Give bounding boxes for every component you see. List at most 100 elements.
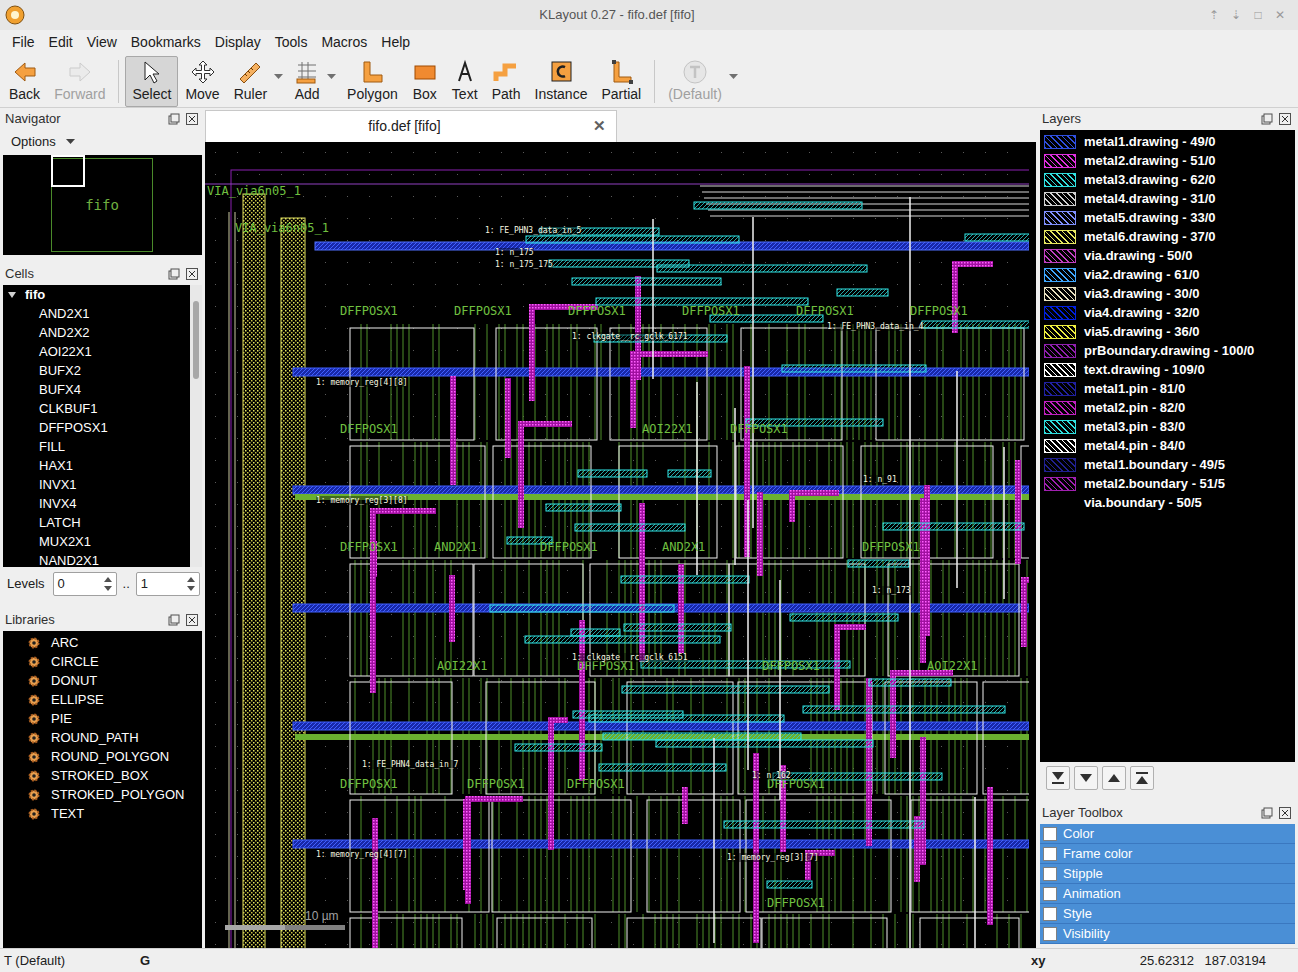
library-item[interactable]: ELLIPSE [3,690,202,709]
cell-tree-row[interactable]: HAX1 [3,456,202,475]
menu-item[interactable]: Display [209,32,267,53]
layer-order-button[interactable] [1046,766,1070,790]
toolbar-dropdown[interactable] [729,56,742,107]
layer-item[interactable]: via4.drawing - 32/0 [1040,303,1295,322]
layer-item[interactable]: via3.drawing - 30/0 [1040,284,1295,303]
toolbox-checkbox[interactable] [1043,907,1057,921]
menu-item[interactable]: Edit [43,32,79,53]
level-spinbox[interactable]: 0 [53,572,117,596]
layer-item[interactable]: text.drawing - 109/0 [1040,360,1295,379]
toolbar-button[interactable]: Move [178,56,226,107]
menu-item[interactable]: Tools [269,32,314,53]
library-item[interactable]: ROUND_PATH [3,728,202,747]
toolbox-section[interactable]: Visibility [1040,924,1295,944]
navigator-options[interactable]: Options [3,130,202,154]
library-item[interactable]: TEXT [3,804,202,823]
cell-tree-row[interactable]: DFFPOSX1 [3,418,202,437]
cell-tree-row[interactable]: NAND2X1 [3,551,202,567]
menu-item[interactable]: Macros [315,32,373,53]
navigator-view[interactable]: fifo [3,155,202,255]
cell-tree-row[interactable]: LATCH [3,513,202,532]
menu-item[interactable]: View [81,32,123,53]
window-control-button[interactable]: ⇣ [1230,6,1242,24]
library-item[interactable]: DONUT [3,671,202,690]
cell-tree-row[interactable]: BUFX4 [3,380,202,399]
layer-item[interactable]: metal5.drawing - 33/0 [1040,208,1295,227]
layer-item[interactable]: via2.drawing - 61/0 [1040,265,1295,284]
document-tab[interactable]: fifo.def [fifo]✕ [205,110,617,142]
cell-tree-row[interactable]: AND2X2 [3,323,202,342]
library-item[interactable]: ROUND_POLYGON [3,747,202,766]
layer-item[interactable]: metal2.boundary - 51/5 [1040,474,1295,493]
layer-item[interactable]: metal4.drawing - 31/0 [1040,189,1295,208]
toolbox-section[interactable]: Color [1040,824,1295,844]
library-item[interactable]: ARC [3,633,202,652]
window-control-button[interactable]: ✕ [1274,6,1286,24]
toolbox-checkbox[interactable] [1043,847,1057,861]
menu-item[interactable]: Bookmarks [125,32,207,53]
toolbar-button[interactable]: Add [287,56,327,107]
layer-item[interactable]: prBoundary.drawing - 100/0 [1040,341,1295,360]
window-control-button[interactable]: □ [1252,6,1264,24]
level-spinbox[interactable]: 1 [136,572,200,596]
layer-item[interactable]: metal4.pin - 84/0 [1040,436,1295,455]
cell-tree-row[interactable]: INVX1 [3,475,202,494]
toolbar-button[interactable]: Instance [528,56,595,107]
cell-tree-row[interactable]: AND2X1 [3,304,202,323]
layer-item[interactable]: metal6.drawing - 37/0 [1040,227,1295,246]
tab-close-button[interactable]: ✕ [593,115,606,138]
toolbar-button[interactable]: Polygon [340,56,405,107]
menu-item[interactable]: Help [375,32,416,53]
toolbox-section[interactable]: Frame color [1040,844,1295,864]
toolbox-checkbox[interactable] [1043,927,1057,941]
toolbar-button[interactable]: Path [485,56,528,107]
toolbar-button[interactable]: Text [445,56,485,107]
layer-item[interactable]: metal2.drawing - 51/0 [1040,151,1295,170]
layer-item[interactable]: metal1.pin - 81/0 [1040,379,1295,398]
layer-item[interactable]: via.boundary - 50/5 [1040,493,1295,512]
cell-tree-row[interactable]: FILL [3,437,202,456]
cell-tree-row[interactable]: INVX4 [3,494,202,513]
toolbox-checkbox[interactable] [1043,827,1057,841]
layer-order-button[interactable] [1102,766,1126,790]
toolbox-checkbox[interactable] [1043,867,1057,881]
library-item[interactable]: STROKED_POLYGON [3,785,202,804]
toolbar-button[interactable]: Select [125,56,178,107]
window-control-button[interactable]: ⇡ [1208,6,1220,24]
library-item[interactable]: STROKED_BOX [3,766,202,785]
toolbox-section[interactable]: Stipple [1040,864,1295,884]
cell-tree-row[interactable]: fifo [3,285,202,304]
cell-tree[interactable]: fifoAND2X1AND2X2AOI22X1BUFX2BUFX4CLKBUF1… [3,285,202,567]
toolbar-button[interactable]: Back [2,56,47,107]
layer-item[interactable]: metal1.boundary - 49/5 [1040,455,1295,474]
menu-item[interactable]: File [6,32,41,53]
library-list[interactable]: ARCCIRCLEDONUTELLIPSEPIEROUND_PATHROUND_… [3,631,202,948]
layer-order-button[interactable] [1074,766,1098,790]
scrollbar[interactable] [190,285,202,567]
scrollbar-thumb[interactable] [193,301,199,379]
toolbar-button[interactable]: Ruler [227,56,274,107]
layer-order-button[interactable] [1130,766,1154,790]
navigator-viewport[interactable] [51,155,85,187]
toolbar-dropdown[interactable] [274,56,287,107]
cell-tree-row[interactable]: BUFX2 [3,361,202,380]
layer-item[interactable]: metal3.drawing - 62/0 [1040,170,1295,189]
cell-tree-row[interactable]: AOI22X1 [3,342,202,361]
toolbox-section[interactable]: Style [1040,904,1295,924]
library-item[interactable]: CIRCLE [3,652,202,671]
layer-item[interactable]: metal2.pin - 82/0 [1040,398,1295,417]
layer-item[interactable]: via.drawing - 50/0 [1040,246,1295,265]
toolbar-button[interactable]: Partial [594,56,648,107]
toolbar-dropdown[interactable] [327,56,340,107]
toolbox-section[interactable]: Animation [1040,884,1295,904]
cell-tree-row[interactable]: CLKBUF1 [3,399,202,418]
layer-item[interactable]: metal1.drawing - 49/0 [1040,132,1295,151]
toolbox-checkbox[interactable] [1043,887,1057,901]
layer-item[interactable]: via5.drawing - 36/0 [1040,322,1295,341]
layer-item[interactable]: metal3.pin - 83/0 [1040,417,1295,436]
toolbar-button[interactable]: Box [405,56,445,107]
layer-list[interactable]: metal1.drawing - 49/0metal2.drawing - 51… [1040,130,1295,762]
library-item[interactable]: PIE [3,709,202,728]
layout-canvas[interactable]: VIA_via6n05_1VIA_via6n05_1DFFPOSX1DFFPOS… [205,142,1036,948]
cell-tree-row[interactable]: MUX2X1 [3,532,202,551]
